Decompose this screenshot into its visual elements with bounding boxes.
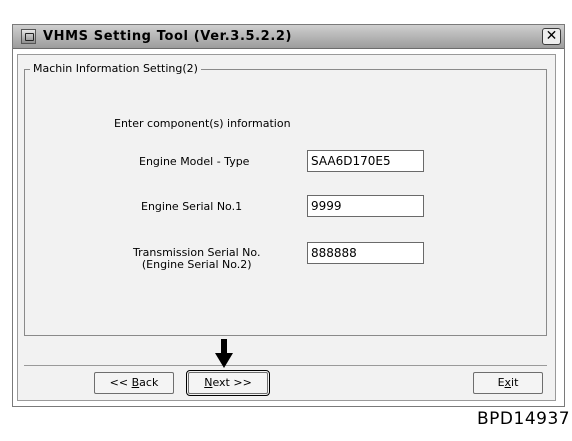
engine-model-type-input[interactable]: SAA6D170E5 <box>307 150 424 172</box>
transmission-serial-no-input[interactable]: 888888 <box>307 242 424 264</box>
transmission-serial-no-label: Transmission Serial No. (Engine Serial N… <box>133 246 261 271</box>
app-icon <box>21 29 36 44</box>
engine-serial-no1-label: Engine Serial No.1 <box>141 200 243 213</box>
close-icon: ✕ <box>545 28 558 44</box>
title-bar[interactable]: VHMS Setting Tool (Ver.3.5.2.2) ✕ <box>13 25 564 49</box>
reference-code: BPD14937 <box>477 409 571 429</box>
machine-information-group: Machin Information Setting(2) Enter comp… <box>24 62 547 336</box>
down-arrow-icon <box>215 339 233 368</box>
engine-serial-no1-input[interactable]: 9999 <box>307 195 424 217</box>
engine-model-type-label: Engine Model - Type <box>139 155 250 168</box>
group-legend: Machin Information Setting(2) <box>30 62 201 75</box>
next-button[interactable]: Next >> <box>186 370 270 396</box>
close-button[interactable]: ✕ <box>542 28 561 45</box>
back-button[interactable]: << Back <box>94 372 174 394</box>
instruction-text: Enter component(s) information <box>114 117 291 130</box>
window-title: VHMS Setting Tool (Ver.3.5.2.2) <box>43 29 293 44</box>
dialog-body: Machin Information Setting(2) Enter comp… <box>17 54 556 401</box>
button-divider <box>24 365 547 366</box>
app-window: VHMS Setting Tool (Ver.3.5.2.2) ✕ Machin… <box>12 24 565 407</box>
exit-button[interactable]: Exit <box>473 372 543 394</box>
